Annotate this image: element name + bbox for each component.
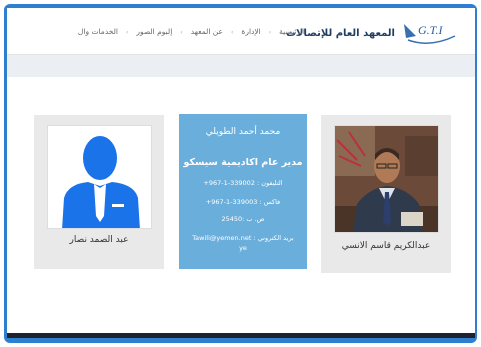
contact-pobox: ص. ب :25450 [221, 215, 265, 223]
contact-email[interactable]: بريد الكتروني : Tawili@yemen.net [179, 234, 307, 242]
nav-about[interactable]: عن المعهد [191, 27, 223, 36]
profile-name: عبد الصمد نصار [69, 235, 129, 245]
contact-name: محمد أحمد الطويلي [205, 127, 281, 137]
nav-separator: › [180, 29, 183, 36]
contact-info-card: محمد أحمد الطويلي مدير عام اكاديمية سيسك… [179, 114, 307, 269]
contact-email-cont[interactable]: ye [179, 244, 307, 252]
profile-photo [334, 125, 439, 233]
main-nav: الرئيسية › الإدارة › عن المعهد › إلبوم الصور › ا… [7, 27, 305, 41]
portrait-photo-icon [335, 126, 438, 232]
nav-home[interactable]: الرئيسية [279, 27, 305, 36]
profile-name: عبدالكريم قاسم الانسي [341, 241, 431, 251]
header-band [7, 55, 475, 77]
nav-separator: › [268, 29, 272, 36]
avatar-placeholder [47, 125, 152, 229]
contact-phone: التليفون : 339002-1-967+ [203, 179, 283, 187]
site-header: G.T.I المعهد العام للإتصالات الرئيسية›ال… [7, 8, 475, 55]
gti-logo[interactable]: G.T.I [402, 18, 457, 46]
footer-bar [7, 333, 475, 338]
profile-card-right[interactable]: عبدالكريم قاسم الانسي [321, 115, 451, 273]
main-content: عبد الصمد نصار محمد أحمد الطويلي مدير عا… [7, 78, 475, 330]
nav-services[interactable]: الخدمات وال [78, 27, 118, 36]
logo-text: G.T.I [418, 23, 443, 37]
nav-photo-album[interactable]: إلبوم الصور [136, 27, 172, 36]
page-viewport: G.T.I المعهد العام للإتصالات الرئيسية›ال… [7, 8, 475, 338]
nav-administration[interactable]: الإدارة [241, 27, 260, 36]
contact-role: مدير عام اكاديمية سيسكو [183, 157, 303, 168]
person-silhouette-icon [62, 136, 140, 228]
profile-card-left[interactable]: عبد الصمد نصار [34, 115, 164, 269]
nav-separator: › [231, 29, 234, 36]
nav-separator: › [125, 29, 129, 36]
contact-fax: فاكس : 339003-1-967+ [205, 198, 281, 206]
